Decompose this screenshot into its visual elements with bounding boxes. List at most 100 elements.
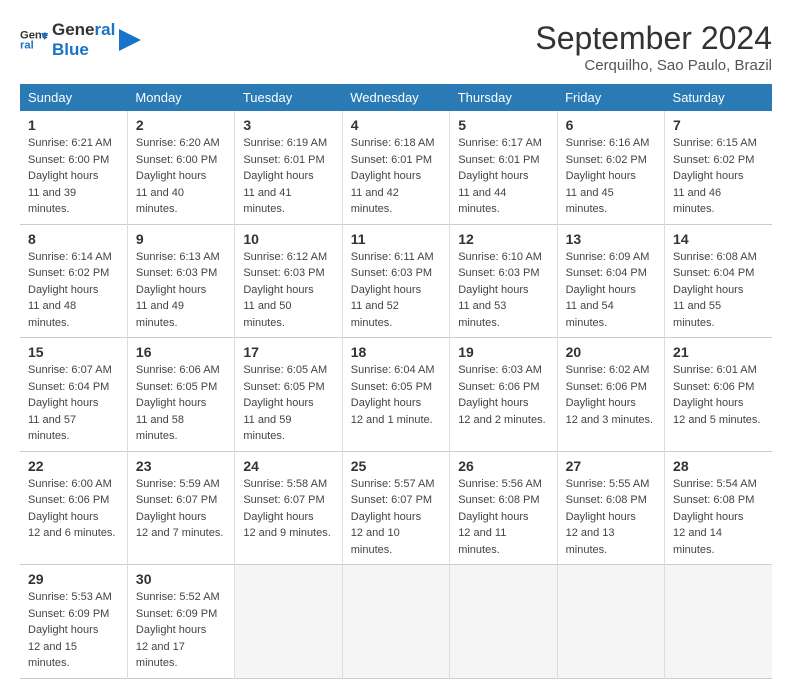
- day-cell-4: 4Sunrise: 6:18 AMSunset: 6:01 PMDaylight…: [342, 111, 449, 224]
- day-info: Sunrise: 6:06 AMSunset: 6:05 PMDaylight …: [136, 362, 226, 445]
- day-info: Sunrise: 5:57 AMSunset: 6:07 PMDaylight …: [351, 476, 441, 559]
- day-cell-13: 13 Sunrise: 6:09 AMSunset: 6:04 PMDayligh…: [557, 224, 664, 338]
- day-number: 7: [673, 117, 764, 133]
- day-cell-11: 11 Sunrise: 6:11 AMSunset: 6:03 PMDayligh…: [342, 224, 449, 338]
- day-number: 12: [458, 231, 548, 247]
- day-cell-19: 19Sunrise: 6:03 AMSunset: 6:06 PMDayligh…: [450, 338, 557, 452]
- title-block: September 2024 Cerquilho, Sao Paulo, Bra…: [535, 20, 772, 74]
- logo-arrow-icon: [119, 29, 141, 51]
- calendar-week-3: 15 Sunrise: 6:07 AMSunset: 6:04 PMDayligh…: [20, 338, 772, 452]
- day-cell-3: 3Sunrise: 6:19 AMSunset: 6:01 PMDaylight…: [235, 111, 342, 224]
- day-info: Sunrise: 6:04 AMSunset: 6:05 PMDaylight …: [351, 362, 441, 428]
- day-number: 25: [351, 458, 441, 474]
- day-cell-1: 1 Sunrise: 6:21 AMSunset: 6:00 PMDaylight…: [20, 111, 127, 224]
- day-cell-18: 18 Sunrise: 6:04 AMSunset: 6:05 PMDayligh…: [342, 338, 449, 452]
- day-info: Sunrise: 6:16 AMSunset: 6:02 PMDaylight …: [566, 135, 656, 218]
- day-cell-17: 17 Sunrise: 6:05 AMSunset: 6:05 PMDayligh…: [235, 338, 342, 452]
- day-number: 11: [351, 231, 441, 247]
- month-title: September 2024: [535, 20, 772, 57]
- logo-text-line2: Blue: [52, 40, 115, 60]
- location: Cerquilho, Sao Paulo, Brazil: [535, 57, 772, 74]
- empty-day-cell: [342, 565, 449, 679]
- calendar-table: SundayMondayTuesdayWednesdayThursdayFrid…: [20, 84, 772, 679]
- day-number: 17: [243, 344, 333, 360]
- day-number: 10: [243, 231, 333, 247]
- empty-day-cell: [665, 565, 772, 679]
- calendar-week-5: 29 Sunrise: 5:53 AMSunset: 6:09 PMDayligh…: [20, 565, 772, 679]
- day-cell-8: 8Sunrise: 6:14 AMSunset: 6:02 PMDaylight…: [20, 224, 127, 338]
- weekday-header-monday: Monday: [127, 84, 234, 111]
- day-info: Sunrise: 6:13 AMSunset: 6:03 PMDaylight …: [136, 249, 226, 332]
- day-number: 6: [566, 117, 656, 133]
- weekday-header-wednesday: Wednesday: [342, 84, 449, 111]
- day-number: 27: [566, 458, 656, 474]
- weekday-header-thursday: Thursday: [450, 84, 557, 111]
- day-cell-10: 10 Sunrise: 6:12 AMSunset: 6:03 PMDayligh…: [235, 224, 342, 338]
- day-cell-21: 21Sunrise: 6:01 AMSunset: 6:06 PMDayligh…: [665, 338, 772, 452]
- day-number: 24: [243, 458, 333, 474]
- day-cell-9: 9 Sunrise: 6:13 AMSunset: 6:03 PMDaylight…: [127, 224, 234, 338]
- day-number: 30: [136, 571, 226, 587]
- svg-text:ral: ral: [20, 39, 34, 51]
- day-info: Sunrise: 6:15 AMSunset: 6:02 PMDaylight …: [673, 135, 764, 218]
- weekday-header-sunday: Sunday: [20, 84, 127, 111]
- day-number: 5: [458, 117, 548, 133]
- day-info: Sunrise: 6:08 AMSunset: 6:04 PMDaylight …: [673, 249, 764, 332]
- day-number: 8: [28, 231, 119, 247]
- day-number: 4: [351, 117, 441, 133]
- day-number: 18: [351, 344, 441, 360]
- day-info: Sunrise: 5:53 AMSunset: 6:09 PMDaylight …: [28, 589, 119, 672]
- day-info: Sunrise: 6:01 AMSunset: 6:06 PMDaylight …: [673, 362, 764, 428]
- day-cell-23: 23 Sunrise: 5:59 AMSunset: 6:07 PMDayligh…: [127, 451, 234, 565]
- day-info: Sunrise: 6:21 AMSunset: 6:00 PMDaylight …: [28, 135, 119, 218]
- day-cell-28: 28Sunrise: 5:54 AMSunset: 6:08 PMDayligh…: [665, 451, 772, 565]
- day-cell-22: 22Sunrise: 6:00 AMSunset: 6:06 PMDayligh…: [20, 451, 127, 565]
- day-info: Sunrise: 6:02 AMSunset: 6:06 PMDaylight …: [566, 362, 656, 428]
- logo: Gene ral General Blue: [20, 20, 141, 59]
- day-cell-6: 6 Sunrise: 6:16 AMSunset: 6:02 PMDaylight…: [557, 111, 664, 224]
- empty-day-cell: [450, 565, 557, 679]
- day-info: Sunrise: 6:11 AMSunset: 6:03 PMDaylight …: [351, 249, 441, 332]
- day-cell-27: 27Sunrise: 5:55 AMSunset: 6:08 PMDayligh…: [557, 451, 664, 565]
- day-info: Sunrise: 6:00 AMSunset: 6:06 PMDaylight …: [28, 476, 119, 542]
- day-number: 14: [673, 231, 764, 247]
- day-number: 15: [28, 344, 119, 360]
- day-cell-20: 20 Sunrise: 6:02 AMSunset: 6:06 PMDayligh…: [557, 338, 664, 452]
- day-number: 16: [136, 344, 226, 360]
- day-cell-12: 12Sunrise: 6:10 AMSunset: 6:03 PMDayligh…: [450, 224, 557, 338]
- day-info: Sunrise: 6:03 AMSunset: 6:06 PMDaylight …: [458, 362, 548, 428]
- weekday-header-tuesday: Tuesday: [235, 84, 342, 111]
- day-info: Sunrise: 5:52 AMSunset: 6:09 PMDaylight …: [136, 589, 226, 672]
- page-header: Gene ral General Blue September 2024 Cer…: [20, 20, 772, 74]
- empty-day-cell: [235, 565, 342, 679]
- day-info: Sunrise: 6:19 AMSunset: 6:01 PMDaylight …: [243, 135, 333, 218]
- calendar-week-4: 22Sunrise: 6:00 AMSunset: 6:06 PMDayligh…: [20, 451, 772, 565]
- day-info: Sunrise: 6:05 AMSunset: 6:05 PMDaylight …: [243, 362, 333, 445]
- day-info: Sunrise: 6:07 AMSunset: 6:04 PMDaylight …: [28, 362, 119, 445]
- day-cell-7: 7 Sunrise: 6:15 AMSunset: 6:02 PMDaylight…: [665, 111, 772, 224]
- day-number: 20: [566, 344, 656, 360]
- day-number: 2: [136, 117, 226, 133]
- logo-icon: Gene ral: [20, 26, 48, 54]
- weekday-header-saturday: Saturday: [665, 84, 772, 111]
- day-number: 1: [28, 117, 119, 133]
- day-info: Sunrise: 5:58 AMSunset: 6:07 PMDaylight …: [243, 476, 333, 542]
- day-cell-2: 2 Sunrise: 6:20 AMSunset: 6:00 PMDaylight…: [127, 111, 234, 224]
- weekday-header-friday: Friday: [557, 84, 664, 111]
- day-cell-16: 16 Sunrise: 6:06 AMSunset: 6:05 PMDayligh…: [127, 338, 234, 452]
- day-info: Sunrise: 5:59 AMSunset: 6:07 PMDaylight …: [136, 476, 226, 542]
- day-cell-29: 29 Sunrise: 5:53 AMSunset: 6:09 PMDayligh…: [20, 565, 127, 679]
- empty-day-cell: [557, 565, 664, 679]
- day-cell-26: 26Sunrise: 5:56 AMSunset: 6:08 PMDayligh…: [450, 451, 557, 565]
- day-info: Sunrise: 6:09 AMSunset: 6:04 PMDaylight …: [566, 249, 656, 332]
- day-cell-14: 14 Sunrise: 6:08 AMSunset: 6:04 PMDayligh…: [665, 224, 772, 338]
- day-number: 13: [566, 231, 656, 247]
- day-number: 28: [673, 458, 764, 474]
- day-info: Sunrise: 6:17 AMSunset: 6:01 PMDaylight …: [458, 135, 548, 218]
- day-number: 29: [28, 571, 119, 587]
- day-info: Sunrise: 6:20 AMSunset: 6:00 PMDaylight …: [136, 135, 226, 218]
- day-info: Sunrise: 6:12 AMSunset: 6:03 PMDaylight …: [243, 249, 333, 332]
- day-number: 9: [136, 231, 226, 247]
- day-number: 26: [458, 458, 548, 474]
- day-number: 23: [136, 458, 226, 474]
